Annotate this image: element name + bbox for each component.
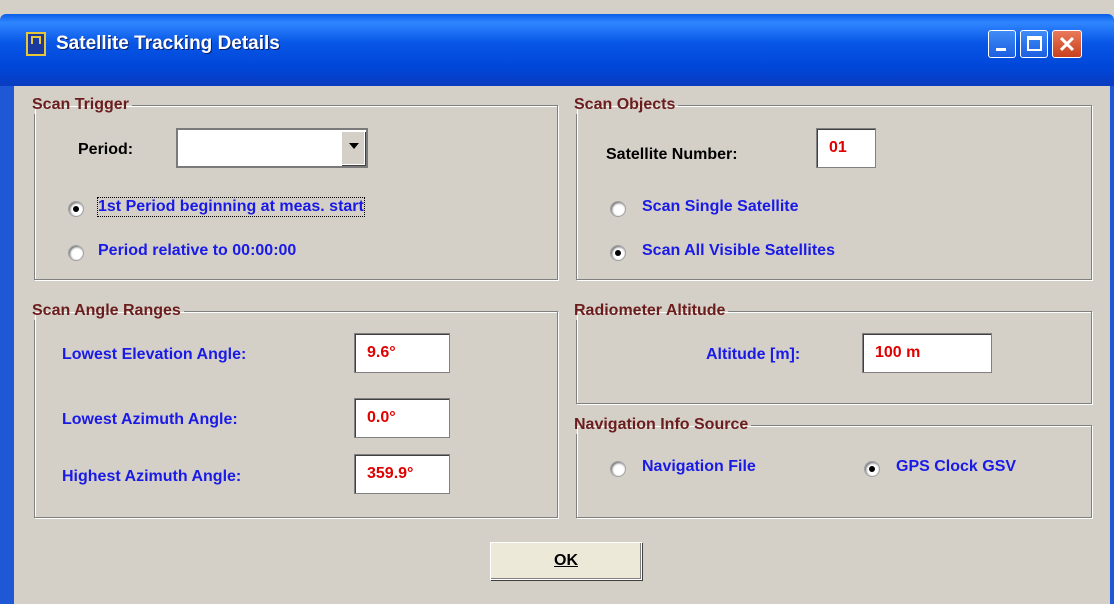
satellite-number-label: Satellite Number: [606,146,738,163]
radiometer-altitude-legend: Radiometer Altitude [574,302,726,319]
single-satellite-label[interactable]: Scan Single Satellite [642,198,799,216]
close-button[interactable]: ✕ [1052,30,1082,58]
ok-button-label: OK [554,552,578,569]
maximize-icon [1027,36,1042,51]
navigation-source-legend: Navigation Info Source [574,416,749,433]
close-icon: ✕ [1057,32,1077,57]
window-title: Satellite Tracking Details [56,33,280,54]
period-label: Period: [78,141,134,158]
app-icon [26,32,46,56]
navigation-file-radio[interactable] [610,461,626,477]
relative-period-label[interactable]: Period relative to 00:00:00 [98,242,296,260]
ok-button[interactable]: OK [490,542,642,580]
scan-angle-legend: Scan Angle Ranges [32,302,181,319]
gps-clock-label[interactable]: GPS Clock GSV [896,458,1016,476]
navigation-file-label[interactable]: Navigation File [642,458,756,476]
all-satellites-radio[interactable] [610,245,626,261]
lowest-azimuth-field[interactable]: 0.0° [354,398,450,438]
title-bar[interactable]: Satellite Tracking Details ✕ [0,0,1114,86]
scan-trigger-legend: Scan Trigger [32,96,129,113]
relative-period-radio[interactable] [68,245,84,261]
all-satellites-label[interactable]: Scan All Visible Satellites [642,242,835,260]
chevron-down-icon[interactable] [341,131,365,165]
first-period-radio[interactable] [68,201,84,217]
lowest-azimuth-label: Lowest Azimuth Angle: [62,411,238,428]
scan-objects-legend: Scan Objects [574,96,676,113]
radiometer-altitude-group: Radiometer Altitude [574,302,1092,404]
altitude-field[interactable]: 100 m [862,333,992,373]
dialog-window: Satellite Tracking Details ✕ Scan Trigge… [0,0,1114,604]
highest-azimuth-label: Highest Azimuth Angle: [62,468,242,485]
first-period-label[interactable]: 1st Period beginning at meas. start [97,197,365,217]
minimize-button[interactable] [988,30,1016,58]
single-satellite-radio[interactable] [610,201,626,217]
lowest-elevation-label: Lowest Elevation Angle: [62,346,247,363]
gps-clock-radio[interactable] [864,461,880,477]
minimize-icon [996,48,1006,51]
satellite-number-field[interactable]: 01 [816,128,876,168]
maximize-button[interactable] [1020,30,1048,58]
altitude-label: Altitude [m]: [706,346,801,363]
period-select[interactable] [176,128,368,168]
lowest-elevation-field[interactable]: 9.6° [354,333,450,373]
highest-azimuth-field[interactable]: 359.9° [354,454,450,494]
